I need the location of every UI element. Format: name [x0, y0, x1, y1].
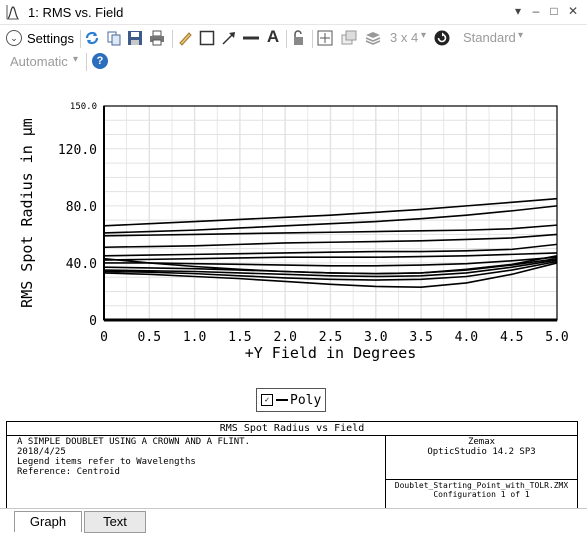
automatic-dropdown[interactable]: Automatic [10, 54, 68, 69]
info-divider [385, 479, 577, 480]
y-tick-label: 40.0 [66, 257, 97, 272]
standard-dropdown-arrow[interactable]: ▾ [518, 30, 523, 41]
info-description: A SIMPLE DOUBLET USING A CROWN AND A FLI… [17, 437, 250, 477]
rectangle-icon[interactable] [199, 30, 215, 46]
chart-legend: ✓ Poly [256, 388, 326, 412]
x-tick-label: 4.5 [500, 330, 523, 345]
maximize-button[interactable]: □ [546, 3, 562, 19]
info-line: A SIMPLE DOUBLET USING A CROWN AND A FLI… [17, 437, 250, 447]
pencil-icon[interactable] [177, 30, 193, 46]
x-tick-label: 5.0 [545, 330, 568, 345]
info-configuration: Configuration 1 of 1 [433, 490, 530, 499]
info-company: Zemax [467, 437, 496, 447]
toolbar: ⌄ Settings A 3 x 4 ▾ Standard ▾ Automati… [0, 25, 587, 75]
refresh-icon[interactable] [84, 30, 100, 46]
save-icon[interactable] [127, 30, 143, 46]
y-axis-label: RMS Spot Radius in µm [18, 118, 36, 308]
rms-vs-field-chart: 0 0.5 1.0 1.5 2.0 2.5 3.0 3.5 4.0 4.5 5.0 0 40.0 80.0… [18, 102, 569, 362]
y-tick-label: 120.0 [58, 143, 97, 158]
help-icon[interactable]: ? [92, 53, 108, 69]
fit-view-icon[interactable] [317, 30, 333, 46]
title-bar: 1: RMS vs. Field ▾ – □ ✕ [0, 0, 587, 25]
tab-bar: Graph Text [0, 508, 587, 535]
info-file: Doublet_Starting_Point_with_TOLR.ZMX Con… [386, 481, 577, 499]
tab-text[interactable]: Text [84, 511, 146, 533]
rotate-icon[interactable] [434, 30, 450, 46]
plot-info-box: RMS Spot Radius vs Field A SIMPLE DOUBLE… [6, 421, 578, 509]
info-line: Reference: Centroid [17, 467, 120, 477]
x-axis-label: +Y Field in Degrees [245, 344, 417, 362]
x-tick-label: 2.5 [319, 330, 342, 345]
chevron-down-icon: ⌄ [6, 30, 22, 46]
y-tick-label: 0 [89, 314, 97, 329]
y-tick-label: 150.0 [70, 102, 97, 112]
info-product: Zemax OpticStudio 14.2 SP3 [386, 437, 577, 457]
toolbar-divider [286, 30, 287, 48]
automatic-dropdown-arrow[interactable]: ▾ [73, 54, 78, 65]
x-tick-label: 0.5 [138, 330, 161, 345]
layout-dropdown-arrow[interactable]: ▾ [421, 30, 426, 41]
tab-graph[interactable]: Graph [14, 511, 82, 532]
layers-stack-icon[interactable] [341, 30, 357, 46]
settings-button[interactable]: ⌄ Settings [6, 27, 74, 49]
info-date: 2018/4/25 [17, 447, 66, 457]
unlock-icon[interactable] [291, 30, 307, 46]
checkbox-icon[interactable]: ✓ [261, 394, 273, 406]
x-tick-label: 3.5 [409, 330, 432, 345]
minimize-button[interactable]: – [528, 3, 544, 19]
x-tick-label: 3.0 [364, 330, 387, 345]
y-tick-label: 80.0 [66, 200, 97, 215]
legend-label: Poly [290, 392, 322, 408]
settings-label: Settings [27, 30, 74, 46]
layers-icon[interactable] [365, 30, 381, 46]
close-button[interactable]: ✕ [565, 3, 581, 19]
toolbar-divider [172, 30, 173, 48]
x-tick-label: 2.0 [273, 330, 296, 345]
x-tick-label: 1.0 [183, 330, 206, 345]
plot-window-icon [6, 5, 19, 20]
legend-line-swatch [276, 399, 288, 401]
copy-icon[interactable] [106, 30, 122, 46]
arrow-icon[interactable] [221, 30, 237, 46]
print-icon[interactable] [149, 30, 165, 46]
standard-dropdown[interactable]: Standard [463, 30, 516, 45]
text-tool-icon[interactable]: A [265, 28, 281, 46]
toolbar-divider [80, 30, 81, 48]
toolbar-divider [86, 53, 87, 71]
window-title: 1: RMS vs. Field [28, 5, 124, 20]
info-line: Legend items refer to Wavelengths [17, 457, 196, 467]
info-title: RMS Spot Radius vs Field [7, 422, 577, 436]
info-filename: Doublet_Starting_Point_with_TOLR.ZMX [394, 481, 569, 490]
line-icon[interactable] [243, 30, 259, 46]
x-tick-label: 4.0 [455, 330, 478, 345]
toolbar-divider [312, 30, 313, 48]
info-version: OpticStudio 14.2 SP3 [427, 447, 536, 457]
layout-label[interactable]: 3 x 4 [390, 30, 418, 45]
x-tick-label: 0 [100, 330, 108, 345]
x-tick-label: 1.5 [228, 330, 251, 345]
window-menu-button[interactable]: ▾ [510, 3, 526, 19]
